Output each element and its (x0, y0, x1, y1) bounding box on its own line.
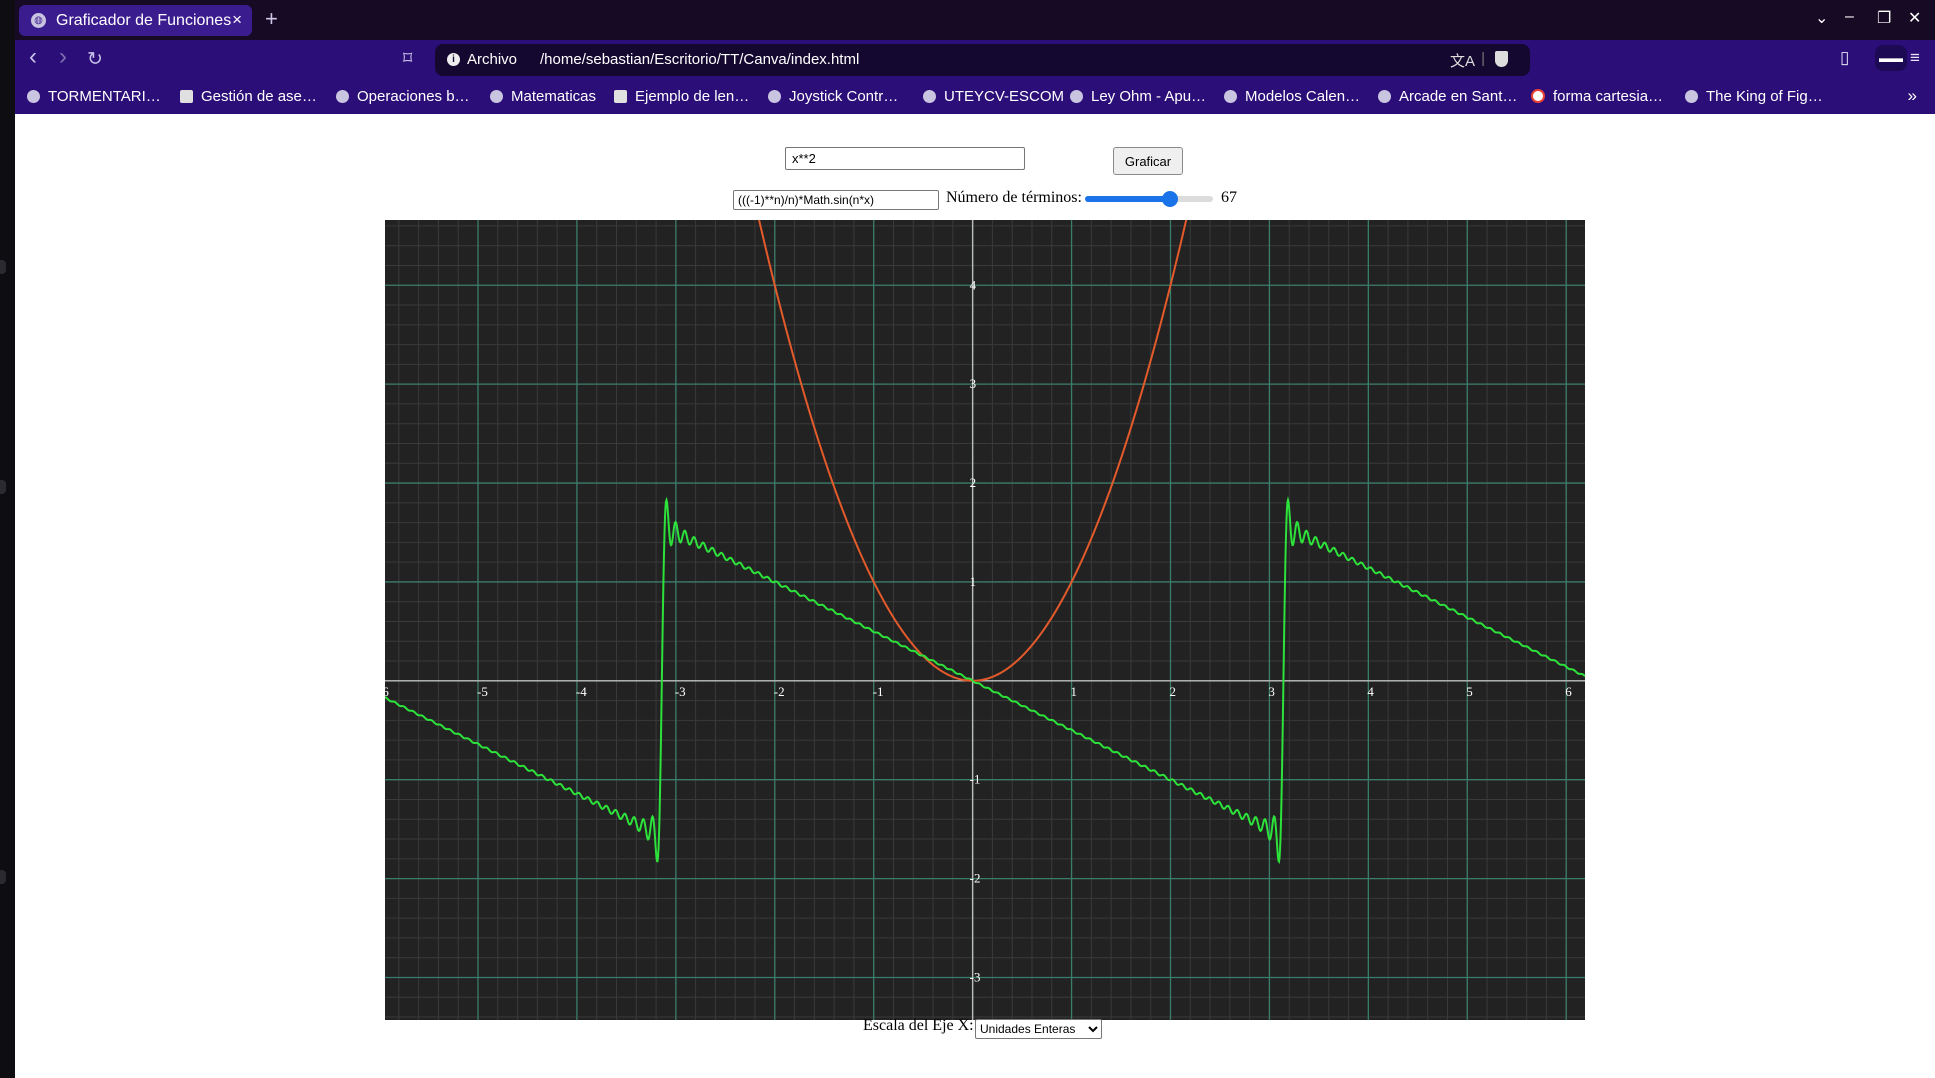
forward-icon[interactable]: › (59, 43, 67, 71)
globe-icon: ◍ (31, 13, 46, 28)
x-scale-select[interactable]: Unidades Enteras (975, 1019, 1102, 1039)
desktop-left-strip (0, 0, 15, 1078)
x-tick-label: -1 (873, 684, 884, 699)
bookmark-label: Matematicas (511, 87, 597, 105)
y-tick-label: 1 (970, 574, 977, 589)
bookmark-label: Arcade en Sant… (1399, 87, 1518, 105)
close-window-icon[interactable]: ✕ (1908, 8, 1921, 28)
y-tick-label: -2 (970, 871, 981, 886)
sidebar-icon[interactable]: ▯ (1840, 48, 1849, 68)
y-tick-label: 3 (970, 376, 977, 391)
translate-icon[interactable]: 文A (1450, 50, 1475, 71)
tab-list-icon[interactable]: ⌄ (1815, 8, 1828, 28)
bookmark-label: TORMENTARI… (48, 87, 161, 105)
dock-marker (0, 480, 6, 494)
slider-fill (1085, 196, 1171, 202)
bookmark-label: Joystick Contr… (789, 87, 899, 105)
navigation-bar: ‹ › ↻ ⌑ i Archivo /home/sebastian/Escrit… (15, 40, 1935, 80)
globe-icon (490, 89, 503, 103)
slider-thumb[interactable] (1162, 191, 1179, 207)
reload-icon[interactable]: ↻ (87, 48, 103, 71)
tab-title: Graficador de Funciones (56, 11, 232, 29)
bookmark-label: forma cartesia… (1553, 87, 1664, 105)
minimize-icon[interactable]: – (1845, 8, 1854, 26)
bookmarks-overflow-icon[interactable]: » (1908, 86, 1917, 106)
new-tab-button[interactable]: + (265, 6, 278, 32)
y-tick-label: 4 (970, 277, 977, 292)
dock-marker (0, 870, 6, 884)
bookmark-item[interactable]: TORMENTARI… (27, 86, 161, 106)
address-url[interactable]: /home/sebastian/Escritorio/TT/Canva/inde… (540, 51, 859, 68)
x-tick-label: 2 (1169, 684, 1176, 699)
tab-bar: ◍ Graficador de Funciones × + ⌄ – ❐ ✕ (15, 0, 1935, 40)
globe-icon (1070, 89, 1083, 103)
bookmark-item[interactable]: Ejemplo de len… (614, 86, 749, 106)
bookmark-label: The King of Fig… (1706, 87, 1823, 105)
bookmark-label: Ejemplo de len… (635, 87, 750, 105)
dock-marker (0, 260, 6, 274)
bookmark-item[interactable]: Gestión de ase… (180, 86, 317, 106)
page-content: Graficar Número de términos: 67 -6-5-4-3… (15, 114, 1935, 1078)
bookmark-item[interactable]: The King of Fig… (1685, 86, 1823, 106)
x-tick-label: -2 (774, 684, 785, 699)
close-tab-icon[interactable]: × (232, 10, 242, 30)
bookmark-item[interactable]: Joystick Contr… (768, 86, 898, 106)
google-icon (1531, 89, 1545, 103)
tab-graficador[interactable]: ◍ Graficador de Funciones × (19, 5, 252, 36)
bookmark-item[interactable]: Ley Ohm - Apu… (1070, 86, 1206, 106)
shield-icon[interactable] (1495, 51, 1508, 67)
bookmark-item[interactable]: forma cartesia… (1531, 86, 1663, 106)
bookmark-label: Gestión de ase… (201, 87, 317, 105)
divider: | (1481, 50, 1485, 67)
bookmarks-bar: TORMENTARI… Gestión de ase… Operaciones … (15, 80, 1935, 114)
bookmark-label: Operaciones b… (357, 87, 470, 105)
x-tick-label: 1 (1071, 684, 1078, 699)
maximize-icon[interactable]: ❐ (1877, 8, 1891, 28)
terms-value: 67 (1221, 189, 1237, 206)
wallet-icon[interactable]: ▬▬ (1875, 45, 1907, 71)
y-tick-label: -1 (970, 772, 981, 787)
graph-button[interactable]: Graficar (1113, 147, 1183, 175)
x-tick-label: -4 (576, 684, 587, 699)
address-scheme: Archivo (467, 51, 518, 68)
globe-icon (923, 89, 936, 103)
globe-icon (1224, 89, 1237, 103)
address-bar[interactable]: i Archivo /home/sebastian/Escritorio/TT/… (435, 44, 1530, 76)
bookmark-item[interactable]: Modelos Calen… (1224, 86, 1360, 106)
x-tick-label: -5 (477, 684, 488, 699)
function-input[interactable] (785, 147, 1025, 170)
globe-icon (768, 89, 781, 103)
bookmark-label: Modelos Calen… (1245, 87, 1361, 105)
x-tick-label: -3 (675, 684, 686, 699)
bookmark-item[interactable]: Arcade en Sant… (1378, 86, 1517, 106)
scale-label: Escala del Eje X: (863, 1017, 974, 1034)
x-tick-label: 4 (1367, 684, 1374, 699)
x-tick-label: 3 (1268, 684, 1275, 699)
bookmark-label: UTEYCV-ESCOM (944, 87, 1065, 105)
terms-label: Número de términos: (946, 189, 1082, 206)
globe-icon (336, 89, 349, 103)
globe-icon (27, 89, 40, 103)
bookmark-item[interactable]: UTEYCV-ESCOM (923, 86, 1064, 106)
bookmark-item[interactable]: Matematicas (490, 86, 596, 106)
x-tick-label: 5 (1466, 684, 1473, 699)
back-icon[interactable]: ‹ (29, 43, 37, 71)
bookmark-label: Ley Ohm - Apu… (1091, 87, 1207, 105)
bookmark-item[interactable]: Operaciones b… (336, 86, 470, 106)
terms-slider[interactable] (1085, 191, 1213, 207)
graph-svg: -6-5-4-3-2-1123456-3-2-11234 (385, 220, 1585, 1020)
x-tick-label: 6 (1565, 684, 1572, 699)
page-icon (180, 89, 193, 103)
series-input[interactable] (733, 190, 939, 210)
y-tick-label: 2 (970, 475, 977, 490)
globe-icon (1378, 89, 1391, 103)
page-icon (614, 89, 627, 103)
menu-icon[interactable]: ≡ (1910, 48, 1920, 68)
info-icon[interactable]: i (447, 53, 460, 66)
graph-canvas[interactable]: -6-5-4-3-2-1123456-3-2-11234 (385, 220, 1585, 1020)
y-tick-label: -3 (970, 969, 981, 984)
bookmark-icon[interactable]: ⌑ (403, 48, 412, 69)
globe-icon (1685, 89, 1698, 103)
